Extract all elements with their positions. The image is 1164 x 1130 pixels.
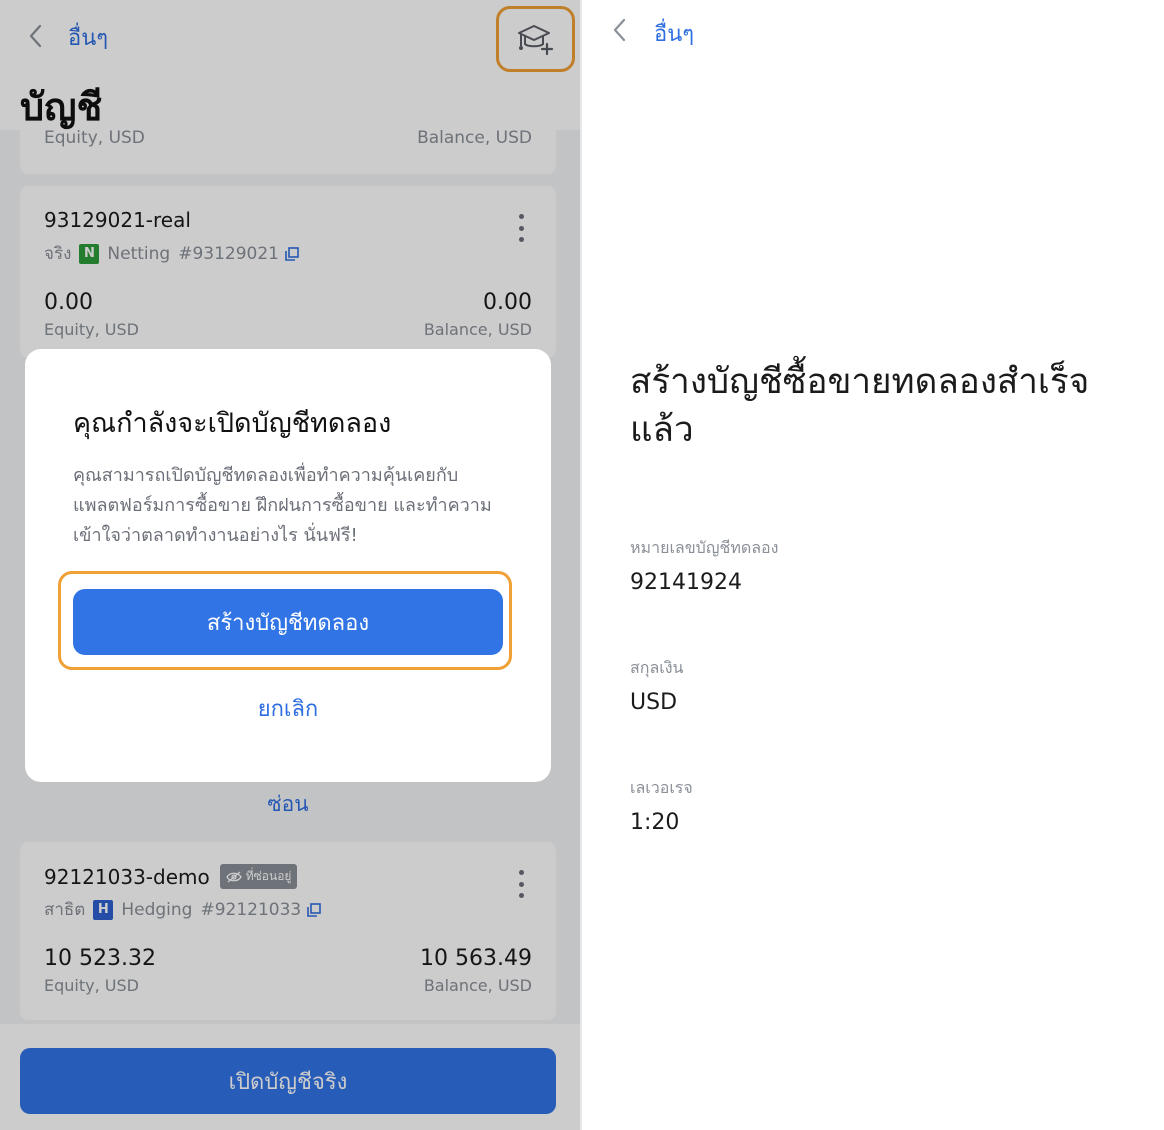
dialog-body: คุณสามารถเปิดบัญชีทดลองเพื่อทำความคุ้นเค… xyxy=(73,465,492,546)
screen: Equity, USD Balance, USD อื่นๆ บัญชี 931… xyxy=(0,0,1164,1130)
chevron-left-icon xyxy=(613,18,626,42)
leverage-value: 1:20 xyxy=(630,810,680,835)
cancel-button[interactable]: ยกเลิก xyxy=(25,691,551,726)
dialog-title: คุณกำลังจะเปิดบัญชีทดลอง xyxy=(73,408,392,439)
leverage-label: เลเวอเรจ xyxy=(630,778,693,797)
back-link[interactable]: อื่นๆ xyxy=(654,16,694,51)
back-button[interactable] xyxy=(604,14,634,46)
create-demo-account-button[interactable]: สร้างบัญชีทดลอง xyxy=(73,589,503,655)
demo-created-screen: อื่นๆ สร้างบัญชีซื้อขายทดลองสำเร็จแล้ว ห… xyxy=(582,0,1164,1130)
success-title: สร้างบัญชีซื้อขายทดลองสำเร็จแล้ว xyxy=(630,362,1090,450)
accounts-screen: Equity, USD Balance, USD อื่นๆ บัญชี 931… xyxy=(0,0,580,1130)
demo-account-number-label: หมายเลขบัญชีทดลอง xyxy=(630,538,779,557)
demo-account-dialog: คุณกำลังจะเปิดบัญชีทดลอง คุณสามารถเปิดบั… xyxy=(25,349,551,782)
currency-value: USD xyxy=(630,690,678,715)
currency-label: สกุลเงิน xyxy=(630,658,684,677)
demo-account-number-value: 92141924 xyxy=(630,570,742,595)
